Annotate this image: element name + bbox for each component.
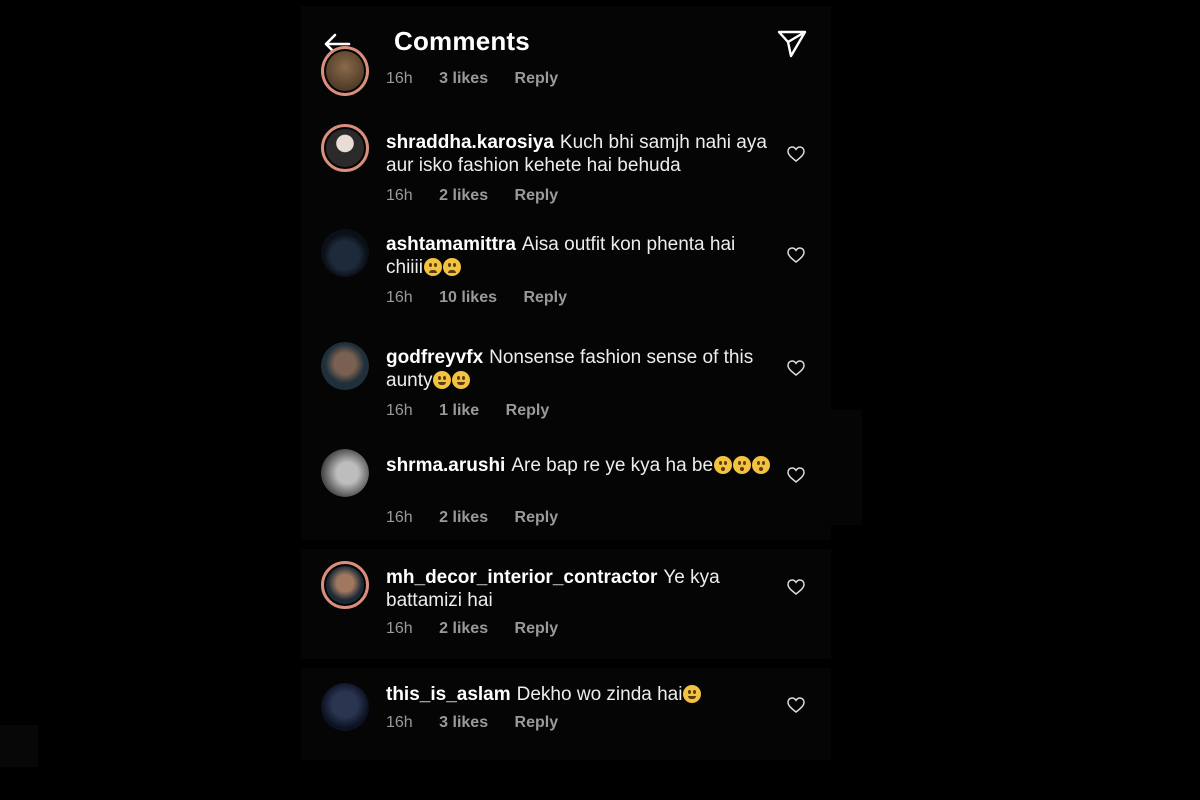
reply-button[interactable]: Reply — [515, 714, 559, 731]
avatar[interactable] — [321, 683, 369, 731]
comment-text: shrma.arushi Are bap re ye kya ha be — [386, 454, 771, 477]
comment-panel: mh_decor_interior_contractor Ye kya batta… — [301, 549, 831, 659]
laughing-emoji-icon — [433, 371, 452, 389]
avatar[interactable] — [321, 449, 369, 497]
likes-count[interactable]: 1 like — [439, 402, 479, 419]
heart-icon[interactable] — [787, 579, 805, 595]
comments-screen: Comments 16h 3 likes Reply shraddha.karo… — [301, 6, 831, 540]
likes-count[interactable]: 2 likes — [439, 620, 488, 637]
avatar[interactable] — [321, 561, 369, 609]
reply-button[interactable]: Reply — [515, 187, 559, 204]
comment-panel: this_is_aslam Dekho wo zinda hai 16h 3 li… — [301, 668, 831, 760]
unamused-emoji-icon — [442, 258, 461, 276]
heart-icon[interactable] — [787, 247, 805, 263]
comment-username[interactable]: ashtamamittra — [386, 234, 516, 255]
comment-meta: 16h 2 likes Reply — [386, 620, 559, 637]
comment-username[interactable]: mh_decor_interior_contractor — [386, 567, 657, 588]
likes-count[interactable]: 3 likes — [439, 70, 488, 87]
background-fragment — [829, 410, 862, 525]
comment-username[interactable]: shraddha.karosiya — [386, 132, 554, 153]
page-title: Comments — [394, 26, 530, 56]
astonished-emoji-icon — [752, 456, 771, 474]
background-corner-fragment — [0, 725, 38, 767]
comment-text: mh_decor_interior_contractor Ye kya batta… — [386, 567, 720, 611]
paper-plane-icon[interactable] — [775, 26, 809, 60]
comment-meta: 16h 2 likes Reply — [386, 509, 559, 526]
comment-meta: 16h 3 likes Reply — [386, 70, 559, 87]
unamused-emoji-icon — [423, 258, 442, 276]
reply-button[interactable]: Reply — [523, 289, 567, 306]
reply-button[interactable]: Reply — [515, 509, 559, 526]
astonished-emoji-icon — [733, 456, 752, 474]
comment-text: shraddha.karosiya Kuch bhi samjh nahi aya… — [386, 132, 767, 176]
likes-count[interactable]: 2 likes — [439, 187, 488, 204]
heart-icon[interactable] — [787, 360, 805, 376]
laughing-emoji-icon — [452, 371, 471, 389]
reply-button[interactable]: Reply — [515, 70, 559, 87]
laughing-emoji-icon — [683, 685, 702, 703]
likes-count[interactable]: 2 likes — [439, 509, 488, 526]
astonished-emoji-icon — [714, 456, 733, 474]
comment-meta: 16h 10 likes Reply — [386, 289, 568, 306]
avatar[interactable] — [321, 342, 369, 390]
likes-count[interactable]: 10 likes — [439, 289, 497, 306]
comment-username[interactable]: this_is_aslam — [386, 684, 511, 705]
comments-header: Comments — [301, 6, 831, 76]
avatar[interactable] — [321, 124, 369, 172]
comment-meta: 16h 3 likes Reply — [386, 714, 559, 731]
avatar[interactable] — [321, 46, 369, 96]
avatar[interactable] — [321, 229, 369, 277]
likes-count[interactable]: 3 likes — [439, 714, 488, 731]
reply-button[interactable]: Reply — [506, 402, 550, 419]
reply-button[interactable]: Reply — [515, 620, 559, 637]
comment-text: ashtamamittra Aisa outfit kon phenta hai … — [386, 234, 736, 278]
comment-username[interactable]: godfreyvfx — [386, 347, 483, 368]
comment-username[interactable]: shrma.arushi — [386, 455, 505, 476]
heart-icon[interactable] — [787, 467, 805, 483]
comment-meta: 16h 2 likes Reply — [386, 187, 559, 204]
heart-icon[interactable] — [787, 697, 805, 713]
comment-meta: 16h 1 like Reply — [386, 402, 550, 419]
heart-icon[interactable] — [787, 146, 805, 162]
comment-text: godfreyvfx Nonsense fashion sense of this… — [386, 347, 754, 391]
comment-text: this_is_aslam Dekho wo zinda hai — [386, 683, 771, 706]
